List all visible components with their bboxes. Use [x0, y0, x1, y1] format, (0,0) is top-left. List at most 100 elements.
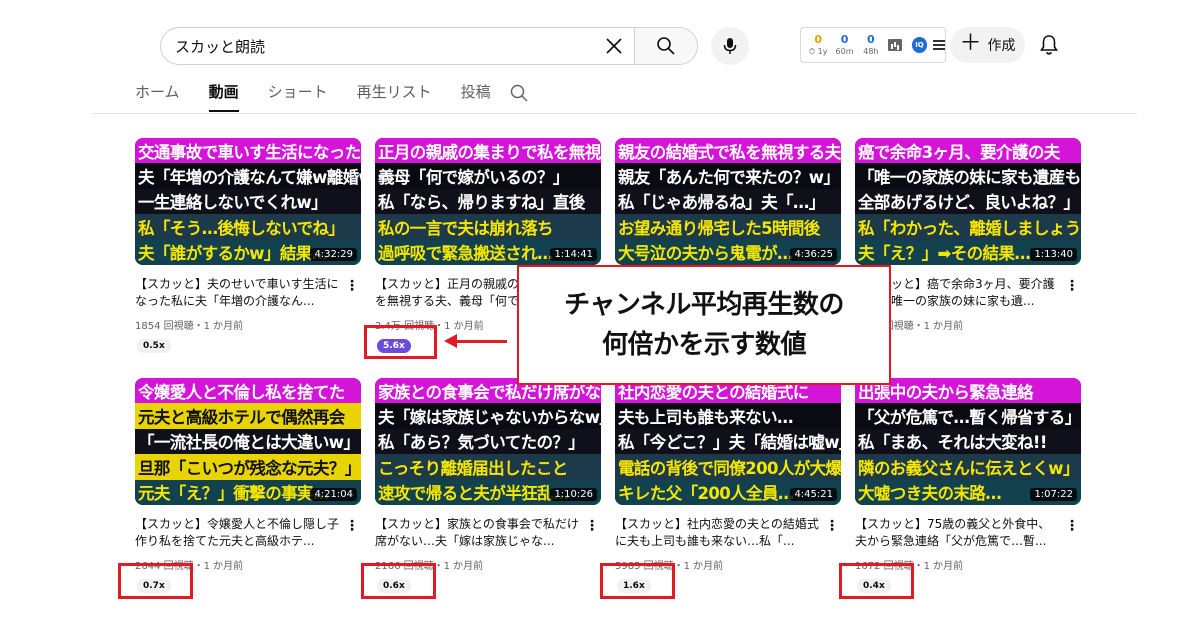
- stat-value: 0: [840, 33, 849, 46]
- voice-search-button[interactable]: [711, 27, 749, 65]
- tab-posts[interactable]: 投稿: [461, 78, 491, 112]
- thumbnail-text-line: 義母「何で嫁がいるの？」: [375, 163, 601, 189]
- tab-videos[interactable]: 動画: [208, 78, 239, 112]
- plus-icon: ＋: [959, 31, 982, 56]
- stats-extension-widget[interactable]: 0 ⏱ 1y 0 60m 0 48h IQ: [800, 27, 946, 63]
- thumbnail-text-line: 私「まあ、それは大変ね!!: [855, 428, 1081, 455]
- channel-search-icon[interactable]: [510, 84, 528, 106]
- notifications-button[interactable]: [1036, 32, 1062, 58]
- video-thumbnail[interactable]: 癌で余命3ヶ月、要介護の夫 「唯一の家族の妹に家も遺産も 全部あげるけど、良いよね？…: [855, 138, 1081, 265]
- thumbnail-text-line: 正月の親戚の集まりで私を無視する夫: [375, 138, 601, 164]
- video-thumbnail[interactable]: 親友の結婚式で私を無視する夫 親友「あんた何で来たの？w」 私「じゃあ帰るね」夫「……: [615, 138, 841, 265]
- duration-badge: 4:45:21: [790, 488, 837, 501]
- thumbnail-text-line: 私「じゃあ帰るね」夫「…」: [615, 188, 841, 215]
- duration-badge: 1:10:26: [550, 488, 597, 501]
- thumbnail-text-line: 親友「あんた何で来たの？w」: [615, 163, 841, 189]
- more-options-icon[interactable]: ⋮: [1065, 278, 1079, 294]
- video-meta: 1854 回視聴・1 か月前: [135, 321, 244, 332]
- video-card[interactable]: 家族との食事会で私だけ席がない 夫「嫁は家族じゃないからなw」 私「あら？気づいてた…: [375, 378, 601, 593]
- video-thumbnail[interactable]: 家族との食事会で私だけ席がない 夫「嫁は家族じゃないからなw」 私「あら？気づいてた…: [375, 378, 601, 505]
- thumbnail-text-line: 元夫と高級ホテルで偶然再会: [135, 403, 361, 429]
- duration-badge: 4:32:29: [310, 248, 357, 261]
- video-title[interactable]: 【スカッと】夫のせいで車いす生活になった私に夫「年増の介護なん...: [135, 276, 341, 310]
- duration-badge: 1:14:41: [550, 248, 597, 261]
- video-title[interactable]: 【スカッと】75歳の義父と外食中、夫から緊急連絡「父が危篤で…暫...: [855, 516, 1061, 550]
- stat-label: 48h: [863, 47, 879, 56]
- bar-chart-icon[interactable]: [888, 39, 902, 51]
- thumbnail-text-line: 私「今どこ？」夫「結婚は嘘w」: [615, 428, 841, 455]
- video-thumbnail[interactable]: 令嬢愛人と不倫し私を捨てた 元夫と高級ホテルで偶然再会 「一流社長の俺とは大違いw」…: [135, 378, 361, 505]
- highlight-box-multiplier: [600, 563, 675, 599]
- menu-icon[interactable]: [933, 40, 945, 50]
- thumbnail-text-line: 「唯一の家族の妹に家も遺産も: [855, 163, 1081, 189]
- stat-label: 60m: [835, 47, 854, 56]
- thumbnail-text-line: 夫「年増の介護なんて嫌w離婚w: [135, 163, 361, 189]
- stat-48h: 0 48h: [858, 34, 884, 56]
- tab-home[interactable]: ホーム: [135, 78, 180, 112]
- create-button[interactable]: ＋ 作成: [950, 27, 1025, 63]
- callout-arrow: [455, 340, 507, 343]
- tab-playlists[interactable]: 再生リスト: [357, 78, 432, 112]
- bell-icon: [1040, 35, 1058, 55]
- annotation-callout: チャンネル平均再生数の 何倍かを示す数値: [517, 265, 891, 385]
- video-card[interactable]: 交通事故で車いす生活になった私 夫「年増の介護なんて嫌w離婚w 一生連絡しないでくれ…: [135, 138, 361, 353]
- thumbnail-text-line: 旦那「こいつが残念な元夫？」: [135, 454, 361, 480]
- thumbnail-text-line: お望み通り帰宅した5時間後: [615, 214, 841, 240]
- search-icon: [657, 37, 675, 55]
- thumbnail-text-line: 私「あら？気づいてたの？」: [375, 428, 601, 455]
- thumbnail-text-line: 親友の結婚式で私を無視する夫: [615, 138, 841, 164]
- duration-badge: 4:36:25: [790, 248, 837, 261]
- thumbnail-text-line: 「一流社長の俺とは大違いw」: [135, 428, 361, 455]
- search-button[interactable]: [635, 28, 697, 64]
- more-options-icon[interactable]: ⋮: [1065, 518, 1079, 534]
- highlight-box-multiplier: [361, 563, 436, 599]
- video-card[interactable]: 出張中の夫から緊急連絡 「父が危篤で…暫く帰省する」 私「まあ、それは大変ね!! 隣の…: [855, 378, 1081, 593]
- callout-line-2: 何倍かを示す数値: [601, 330, 807, 360]
- stat-60m: 0 60m: [831, 34, 857, 56]
- thumbnail-text-line: 私「そう…後悔しないでね」: [135, 214, 361, 240]
- highlight-box-multiplier: [364, 325, 437, 359]
- stat-1y: 0 ⏱ 1y: [805, 34, 831, 56]
- thumbnail-text-line: 全部あげるけど、良いよね？」: [855, 188, 1081, 215]
- more-options-icon[interactable]: ⋮: [825, 518, 839, 534]
- video-title[interactable]: 【スカッと】令嬢愛人と不倫し隠し子作り私を捨てた元夫と高級ホテ...: [135, 516, 341, 550]
- video-card[interactable]: 令嬢愛人と不倫し私を捨てた 元夫と高級ホテルで偶然再会 「一流社長の俺とは大違いw」…: [135, 378, 361, 593]
- search-box[interactable]: スカッと朗読: [160, 27, 698, 65]
- video-thumbnail[interactable]: 交通事故で車いす生活になった私 夫「年増の介護なんて嫌w離婚w 一生連絡しないでくれ…: [135, 138, 361, 265]
- thumbnail-text-line: 夫も上司も誰も来ない…: [615, 403, 841, 429]
- channel-tabs: ホーム 動画 ショート 再生リスト 投稿: [135, 78, 520, 112]
- more-options-icon[interactable]: ⋮: [345, 278, 359, 294]
- iq-badge[interactable]: IQ: [911, 37, 928, 53]
- tabs-divider: [92, 113, 1137, 114]
- stat-value: 0: [867, 33, 875, 46]
- highlight-box-multiplier: [839, 563, 914, 599]
- stat-value: 0: [814, 33, 822, 46]
- thumbnail-text-line: 隣のお義父さんに伝えとくw」: [855, 454, 1081, 480]
- video-title[interactable]: 【スカッと】社内恋愛の夫との結婚式に夫も上司も誰も来ない…私「...: [615, 516, 821, 550]
- thumbnail-text-line: 電話の背後で同僚200人が大爆笑: [615, 454, 841, 480]
- video-thumbnail[interactable]: 社内恋愛の夫との結婚式に 夫も上司も誰も来ない… 私「今どこ？」夫「結婚は嘘w」 電話…: [615, 378, 841, 505]
- video-title[interactable]: 【スカッと】家族との食事会で私だけ席がない…夫「嫁は家族じゃな...: [375, 516, 581, 550]
- video-thumbnail[interactable]: 出張中の夫から緊急連絡 「父が危篤で…暫く帰省する」 私「まあ、それは大変ね!! 隣の…: [855, 378, 1081, 505]
- stat-label: ⏱ 1y: [808, 47, 828, 56]
- thumbnail-text-line: 夫「嫁は家族じゃないからなw」: [375, 403, 601, 429]
- search-input[interactable]: スカッと朗読: [161, 36, 594, 57]
- thumbnail-text-line: 「父が危篤で…暫く帰省する」: [855, 403, 1081, 429]
- duration-badge: 1:13:40: [1030, 248, 1077, 261]
- more-options-icon[interactable]: ⋮: [585, 518, 599, 534]
- thumbnail-text-line: 私「なら、帰りますね」直後: [375, 188, 601, 215]
- tab-shorts[interactable]: ショート: [268, 78, 328, 112]
- thumbnail-text-line: 私「わかった、離婚しましょう」: [855, 214, 1081, 240]
- more-options-icon[interactable]: ⋮: [345, 518, 359, 534]
- create-label: 作成: [987, 38, 1016, 54]
- thumbnail-text-line: 一生連絡しないでくれw」: [135, 188, 361, 215]
- duration-badge: 1:07:22: [1030, 488, 1077, 501]
- thumbnail-text-line: 交通事故で車いす生活になった私: [135, 138, 361, 164]
- duration-badge: 4:21:04: [310, 488, 357, 501]
- video-card[interactable]: 社内恋愛の夫との結婚式に 夫も上司も誰も来ない… 私「今どこ？」夫「結婚は嘘w」 電話…: [615, 378, 841, 593]
- highlight-box-multiplier: [118, 563, 193, 599]
- thumbnail-text-line: 私の一言で夫は崩れ落ち: [375, 214, 601, 240]
- video-thumbnail[interactable]: 正月の親戚の集まりで私を無視する夫義母「何で嫁がいるの？」私「なら、帰りますね」…: [375, 138, 601, 265]
- clear-search-icon[interactable]: [594, 28, 634, 64]
- thumbnail-text-line: 癌で余命3ヶ月、要介護の夫: [855, 138, 1081, 164]
